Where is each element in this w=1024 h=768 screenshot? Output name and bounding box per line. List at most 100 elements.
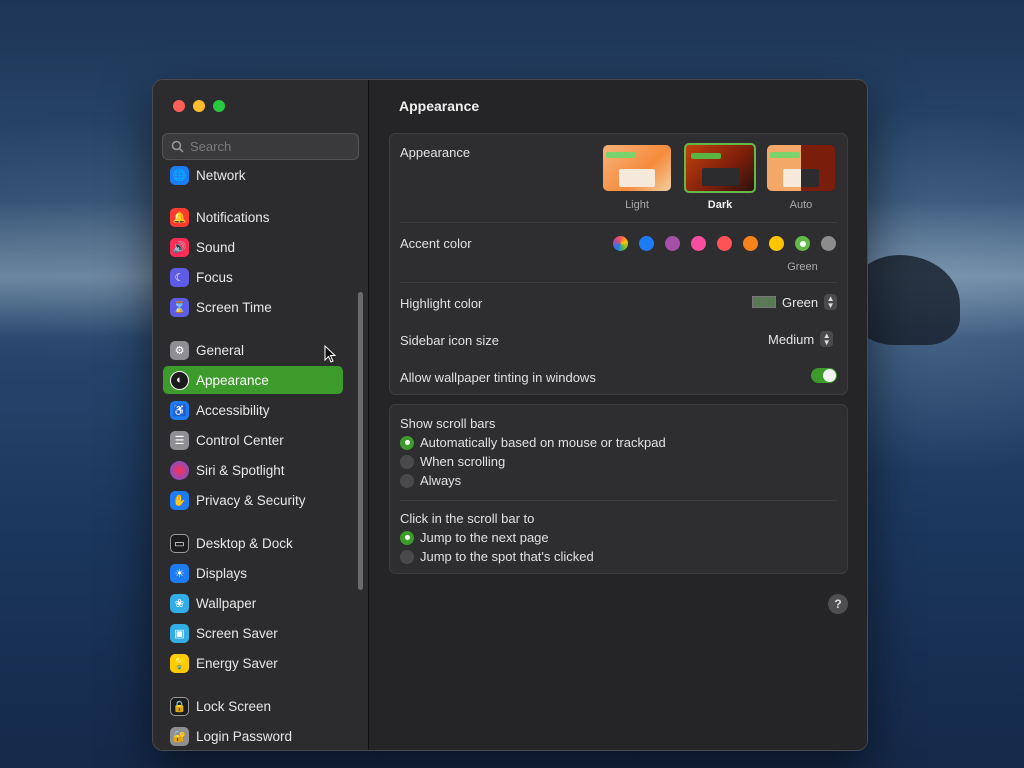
scroll-bars-scrolling-option[interactable]: When scrolling	[400, 454, 505, 469]
speaker-icon: 🔊	[170, 237, 189, 257]
sidebar-item-siri[interactable]: Siri & Spotlight	[163, 456, 343, 484]
sidebar-item-label: Displays	[196, 565, 248, 581]
accent-pink-swatch[interactable]	[691, 236, 706, 251]
help-button[interactable]: ?	[828, 594, 848, 614]
page-title: Appearance	[399, 98, 480, 114]
appearance-auto-label: Auto	[789, 199, 813, 211]
sidebar-item-label: Screen Saver	[196, 625, 278, 641]
sidebar-item-label: Notifications	[196, 209, 270, 225]
radio-button[interactable]	[400, 549, 414, 564]
sidebar-item-appearance[interactable]: ◐ Appearance	[163, 366, 343, 394]
sidebar-item-label: Control Center	[196, 432, 284, 448]
radio-button[interactable]	[400, 530, 414, 545]
sidebar-item-accessibility[interactable]: ♿ Accessibility	[163, 396, 343, 424]
appearance-settings-card: Appearance Light Dark Auto Accent color	[389, 133, 848, 395]
mouse-cursor-icon	[324, 345, 336, 363]
icon-size-popup[interactable]: Medium ▲ ▼	[768, 331, 834, 347]
appearance-dark-label: Dark	[707, 199, 733, 211]
accent-orange-swatch[interactable]	[743, 236, 758, 251]
radio-button[interactable]	[400, 473, 414, 488]
accent-blue-swatch[interactable]	[639, 236, 654, 251]
accent-yellow-swatch[interactable]	[769, 236, 784, 251]
accent-red-swatch[interactable]	[717, 236, 732, 251]
sidebar-item-wallpaper[interactable]: ❀ Wallpaper	[163, 589, 343, 617]
sidebar-item-notifications[interactable]: 🔔 Notifications	[163, 203, 343, 231]
hourglass-icon: ⌛	[170, 297, 189, 317]
appearance-label: Appearance	[400, 145, 471, 160]
sidebar-item-screen-saver[interactable]: ▣ Screen Saver	[163, 619, 343, 647]
sidebar-item-general[interactable]: ⚙ General	[163, 336, 343, 364]
radio-label: Automatically based on mouse or trackpad	[420, 435, 666, 450]
sidebar-item-label: Appearance	[196, 372, 269, 388]
sidebar: 🌐 Network 🔔 Notifications 🔊 Sound ☾ Focu…	[153, 80, 369, 750]
gear-icon: ⚙	[170, 340, 189, 360]
search-field[interactable]	[162, 133, 359, 160]
chevron-updown-icon: ▲ ▼	[824, 294, 838, 310]
scroll-bars-auto-option[interactable]: Automatically based on mouse or trackpad	[400, 435, 666, 450]
radio-button[interactable]	[400, 454, 414, 469]
settings-window: 🌐 Network 🔔 Notifications 🔊 Sound ☾ Focu…	[152, 79, 868, 751]
appearance-icon: ◐	[170, 370, 189, 390]
divider	[400, 222, 837, 223]
wallpaper-tinting-toggle[interactable]	[811, 368, 837, 383]
radio-label: When scrolling	[420, 454, 506, 469]
sidebar-icon-size-label: Sidebar icon size	[400, 333, 499, 348]
sidebar-item-desktop-dock[interactable]: ▭ Desktop & Dock	[163, 529, 343, 557]
accent-graphite-swatch[interactable]	[821, 236, 836, 251]
radio-button[interactable]	[400, 435, 414, 450]
sidebar-item-sound[interactable]: 🔊 Sound	[163, 233, 343, 261]
zoom-button[interactable]	[213, 100, 225, 112]
divider	[400, 282, 837, 283]
wallpaper-tinting-label: Allow wallpaper tinting in windows	[400, 370, 596, 385]
search-icon	[171, 140, 184, 153]
lock-icon: 🔒	[170, 696, 189, 716]
hand-icon: ✋	[170, 490, 189, 510]
accent-green-swatch[interactable]	[795, 236, 810, 251]
sidebar-item-control-center[interactable]: ☰ Control Center	[163, 426, 343, 454]
accent-selected-name: Green	[787, 261, 818, 273]
icon-size-value: Medium	[768, 331, 815, 347]
sidebar-item-label: Sound	[196, 239, 236, 255]
sidebar-item-login-password[interactable]: 🔐 Login Password	[163, 722, 343, 749]
sidebar-item-label: Energy Saver	[196, 655, 278, 671]
minimize-button[interactable]	[193, 100, 205, 112]
sidebar-item-focus[interactable]: ☾ Focus	[163, 263, 343, 291]
bell-icon: 🔔	[170, 207, 189, 227]
highlight-color-value: Green	[782, 294, 819, 310]
radio-label: Always	[420, 473, 462, 488]
window-controls	[173, 100, 225, 112]
appearance-light-option[interactable]	[603, 145, 671, 191]
appearance-light-label: Light	[625, 199, 649, 211]
click-next-page-option[interactable]: Jump to the next page	[400, 530, 549, 545]
sidebar-item-energy-saver[interactable]: 💡 Energy Saver	[163, 649, 343, 677]
sidebar-item-label: Accessibility	[196, 402, 270, 418]
highlight-color-popup[interactable]: Green ▲ ▼	[752, 294, 838, 310]
sidebar-item-label: Network	[196, 167, 246, 183]
sidebar-item-label: General	[196, 342, 245, 358]
close-button[interactable]	[173, 100, 185, 112]
scroll-bar-settings-card: Show scroll bars Automatically based on …	[389, 404, 848, 574]
sidebar-item-label: Wallpaper	[196, 595, 257, 611]
screensaver-icon: ▣	[170, 623, 189, 643]
sidebar-item-label: Focus	[196, 269, 233, 285]
scroll-bars-always-option[interactable]: Always	[400, 473, 461, 488]
sidebar-item-lock-screen[interactable]: 🔒 Lock Screen	[163, 692, 343, 720]
click-spot-option[interactable]: Jump to the spot that's clicked	[400, 549, 594, 564]
search-input[interactable]	[190, 139, 350, 154]
main-content: Appearance Appearance Light Dark Auto Ac…	[369, 80, 867, 750]
divider	[400, 500, 837, 501]
sidebar-item-displays[interactable]: ☀ Displays	[163, 559, 343, 587]
chevron-updown-icon: ▲ ▼	[820, 331, 834, 347]
globe-icon: 🌐	[170, 165, 189, 185]
appearance-dark-option[interactable]	[684, 143, 756, 193]
sidebar-item-network[interactable]: 🌐 Network	[163, 164, 343, 189]
accent-purple-swatch[interactable]	[665, 236, 680, 251]
flower-icon: ❀	[170, 593, 189, 613]
sidebar-item-privacy[interactable]: ✋ Privacy & Security	[163, 486, 343, 514]
highlight-color-label: Highlight color	[400, 296, 483, 311]
sidebar-scrollbar[interactable]	[358, 292, 363, 590]
appearance-auto-option[interactable]	[767, 145, 835, 191]
sidebar-item-screen-time[interactable]: ⌛ Screen Time	[163, 293, 343, 321]
accent-multicolor-swatch[interactable]	[613, 236, 628, 251]
toggles-icon: ☰	[170, 430, 189, 450]
